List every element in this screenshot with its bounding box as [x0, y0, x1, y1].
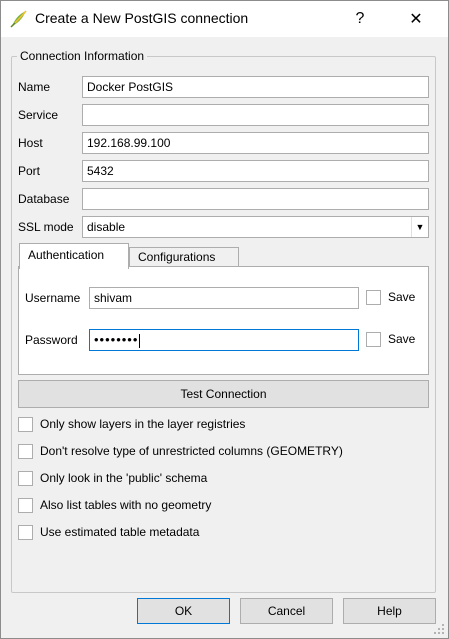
dialog-window: Create a New PostGIS connection ? ✕ Conn…: [0, 0, 449, 639]
option-label-no-geometry: Also list tables with no geometry: [40, 498, 212, 512]
ssl-mode-label: SSL mode: [18, 220, 74, 234]
password-input[interactable]: ••••••••: [89, 329, 359, 351]
password-value: ••••••••: [94, 332, 139, 347]
option-checkbox-public-schema[interactable]: [18, 471, 33, 486]
option-checkbox-no-geometry[interactable]: [18, 498, 33, 513]
port-label: Port: [18, 164, 41, 178]
host-label: Host: [18, 136, 43, 150]
save-username-label: Save: [388, 290, 416, 304]
window-title: Create a New PostGIS connection: [35, 10, 249, 26]
database-input[interactable]: [82, 188, 429, 210]
option-checkbox-estimated-metadata[interactable]: [18, 525, 33, 540]
name-input[interactable]: Docker PostGIS: [82, 76, 429, 98]
authentication-panel: [18, 266, 429, 375]
service-label: Service: [18, 108, 59, 122]
database-label: Database: [18, 192, 70, 206]
resize-grip-icon[interactable]: [433, 623, 445, 635]
username-input[interactable]: shivam: [89, 287, 359, 309]
title-bar: Create a New PostGIS connection ? ✕: [1, 1, 448, 37]
option-label-unrestricted-columns: Don't resolve type of unrestricted colum…: [40, 444, 343, 458]
qgis-app-icon: [9, 9, 29, 29]
help-button[interactable]: Help: [343, 598, 436, 624]
save-password-checkbox[interactable]: [366, 332, 381, 347]
name-label: Name: [18, 80, 51, 94]
text-caret: [139, 333, 141, 348]
group-title: Connection Information: [20, 49, 145, 63]
chevron-down-icon[interactable]: ▼: [411, 217, 428, 237]
port-input[interactable]: 5432: [82, 160, 429, 182]
service-input[interactable]: [82, 104, 429, 126]
cancel-button[interactable]: Cancel: [240, 598, 333, 624]
option-label-public-schema: Only look in the 'public' schema: [40, 471, 208, 485]
tab-configurations[interactable]: Configurations: [129, 247, 239, 267]
save-password-label: Save: [388, 332, 416, 346]
option-label-estimated-metadata: Use estimated table metadata: [40, 525, 200, 539]
host-input[interactable]: 192.168.99.100: [82, 132, 429, 154]
option-label-layer-registries: Only show layers in the layer registries: [40, 417, 246, 431]
ssl-mode-value: disable: [87, 220, 126, 234]
test-connection-button[interactable]: Test Connection: [18, 380, 429, 408]
title-help-button[interactable]: ?: [337, 1, 383, 37]
username-label: Username: [25, 291, 81, 305]
close-icon[interactable]: ✕: [393, 1, 439, 37]
ssl-mode-select[interactable]: disable ▼: [82, 216, 429, 238]
password-label: Password: [25, 333, 78, 347]
save-username-checkbox[interactable]: [366, 290, 381, 305]
ok-button[interactable]: OK: [137, 598, 230, 624]
option-checkbox-layer-registries[interactable]: [18, 417, 33, 432]
tab-authentication[interactable]: Authentication: [19, 243, 129, 269]
option-checkbox-unrestricted-columns[interactable]: [18, 444, 33, 459]
